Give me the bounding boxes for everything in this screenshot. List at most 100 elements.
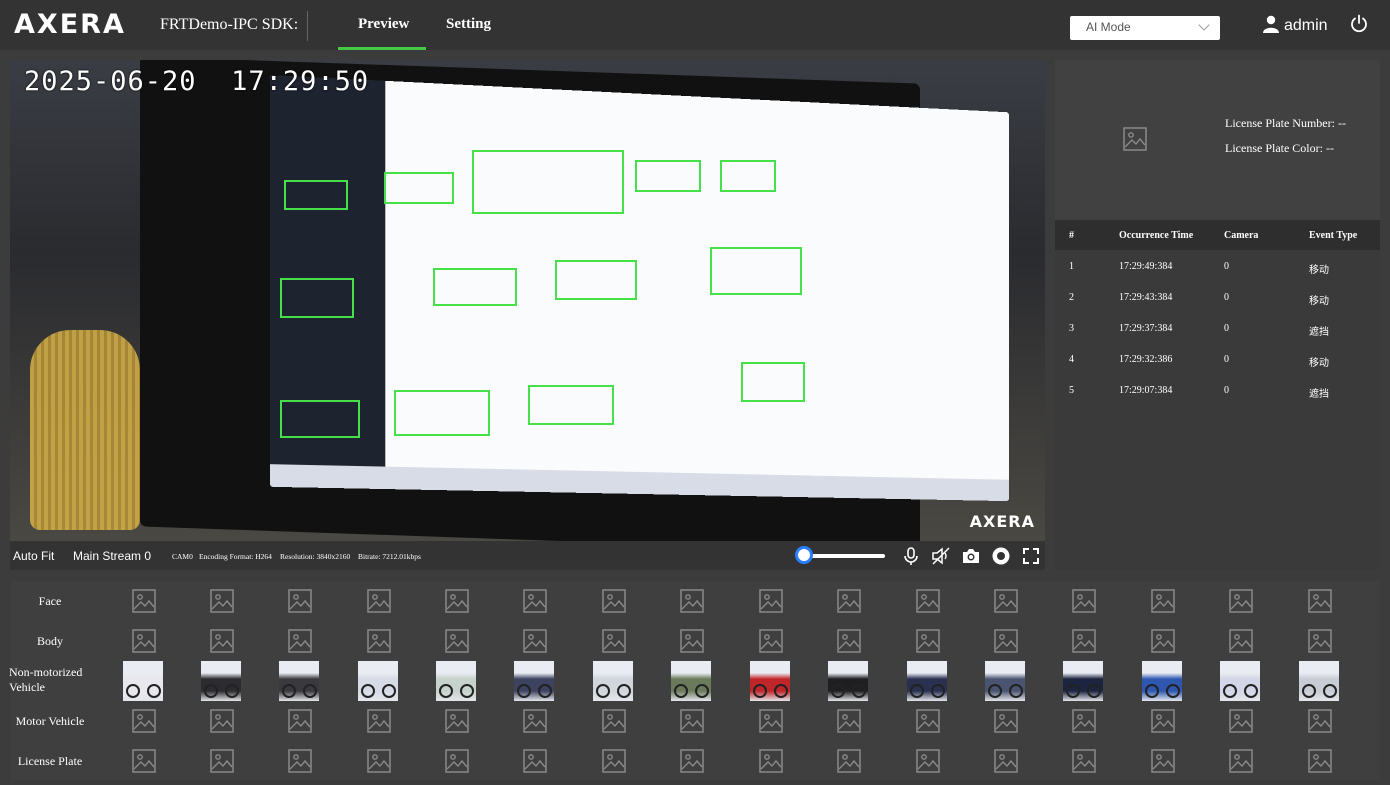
vehicle-thumbnail[interactable] <box>358 661 398 701</box>
image-placeholder-icon <box>209 748 235 774</box>
vehicle-thumbnail[interactable] <box>1299 661 1339 701</box>
image-placeholder-icon <box>915 708 941 734</box>
camera-label: CAM0 <box>172 552 193 561</box>
event-cell-n: 5 <box>1069 385 1074 396</box>
power-icon[interactable] <box>1349 14 1369 34</box>
event-row[interactable]: 5 17:29:07:384 0 遮挡 <box>1055 385 1380 416</box>
column-header: Camera <box>1224 230 1259 241</box>
camera-icon[interactable] <box>961 546 981 566</box>
detection-box <box>284 180 348 210</box>
app-title: FRTDemo-IPC SDK: <box>160 16 299 33</box>
volume-slider-track[interactable] <box>805 554 885 558</box>
fullscreen-icon[interactable] <box>1021 546 1041 566</box>
image-placeholder-icon <box>287 628 313 654</box>
vehicle-thumbnail[interactable] <box>671 661 711 701</box>
vehicle-thumbnail[interactable] <box>1142 661 1182 701</box>
image-placeholder-icon <box>679 588 705 614</box>
image-placeholder-icon <box>601 588 627 614</box>
capture-row-label: Body <box>36 634 63 648</box>
image-placeholder-icon <box>601 708 627 734</box>
image-placeholder-icon <box>758 588 784 614</box>
image-placeholder-icon <box>915 588 941 614</box>
event-row[interactable]: 3 17:29:37:384 0 遮挡 <box>1055 323 1380 354</box>
event-row[interactable]: 1 17:29:49:384 0 移动 <box>1055 261 1380 292</box>
tab-setting[interactable]: Setting <box>446 16 491 33</box>
image-placeholder-icon <box>836 708 862 734</box>
volume-slider-thumb[interactable] <box>795 546 813 564</box>
video-controls: Auto Fit Main Stream 0 CAM0 Encoding For… <box>10 541 1045 570</box>
image-placeholder-icon <box>1071 628 1097 654</box>
image-placeholder-icon <box>1150 708 1176 734</box>
auto-fit-button[interactable]: Auto Fit <box>13 549 54 563</box>
vehicle-thumbnail[interactable] <box>907 661 947 701</box>
image-placeholder-icon <box>1071 588 1097 614</box>
image-placeholder-icon <box>366 628 392 654</box>
record-icon[interactable] <box>991 546 1011 566</box>
vehicle-thumbnail[interactable] <box>828 661 868 701</box>
image-placeholder-icon <box>1228 588 1254 614</box>
capture-row-label: Non-motorized Vehicle <box>9 665 83 694</box>
image-placeholder-icon <box>679 708 705 734</box>
detection-box <box>394 390 490 436</box>
vehicle-thumbnail[interactable] <box>1220 661 1260 701</box>
video-feed[interactable]: 2025-06-20 17:29:50 AXERA <box>10 60 1045 541</box>
image-placeholder-icon <box>131 628 157 654</box>
column-header: Occurrence Time <box>1119 230 1194 241</box>
event-row[interactable]: 4 17:29:32:386 0 移动 <box>1055 354 1380 385</box>
vehicle-thumbnail[interactable] <box>201 661 241 701</box>
detection-box <box>433 268 517 306</box>
vehicle-thumbnail[interactable] <box>985 661 1025 701</box>
image-placeholder-icon <box>444 588 470 614</box>
image-placeholder-icon <box>679 748 705 774</box>
image-placeholder-icon <box>915 628 941 654</box>
top-header: AXERA FRTDemo-IPC SDK: Preview Setting A… <box>0 0 1390 50</box>
vehicle-thumbnail[interactable] <box>279 661 319 701</box>
detection-box <box>528 385 614 425</box>
event-cell-type: 遮挡 <box>1309 389 1329 400</box>
detection-box <box>555 260 637 300</box>
image-placeholder-icon <box>1150 748 1176 774</box>
stream-selector[interactable]: Main Stream 0 <box>73 549 151 563</box>
event-cell-type: 移动 <box>1309 358 1329 369</box>
vehicle-thumbnail[interactable] <box>1063 661 1103 701</box>
vehicle-thumbnail[interactable] <box>436 661 476 701</box>
scene-monitor <box>140 60 1009 541</box>
event-row[interactable]: 2 17:29:43:384 0 移动 <box>1055 292 1380 323</box>
capture-row-label: Motor Vehicle <box>15 714 85 728</box>
event-cell-type: 移动 <box>1309 265 1329 276</box>
bitrate-info: Bitrate: 7212.01kbps <box>358 552 421 561</box>
event-cell-camera: 0 <box>1224 385 1229 396</box>
image-placeholder-icon <box>836 628 862 654</box>
mode-select[interactable]: AI Mode <box>1070 16 1220 40</box>
image-placeholder-icon <box>209 708 235 734</box>
user-name[interactable]: admin <box>1284 17 1328 35</box>
image-placeholder-icon <box>522 708 548 734</box>
tab-preview[interactable]: Preview <box>358 16 409 33</box>
column-header: # <box>1069 230 1074 241</box>
event-cell-type: 移动 <box>1309 296 1329 307</box>
detection-box <box>280 278 354 318</box>
event-table-header: # Occurrence Time Camera Event Type <box>1055 220 1380 250</box>
title-divider <box>307 11 308 41</box>
vehicle-thumbnail[interactable] <box>123 661 163 701</box>
detection-box <box>280 400 360 438</box>
vehicle-thumbnail[interactable] <box>514 661 554 701</box>
detection-box <box>635 160 701 192</box>
speaker-muted-icon[interactable] <box>931 546 951 566</box>
detection-box <box>472 150 624 214</box>
vehicle-thumbnail[interactable] <box>750 661 790 701</box>
video-timestamp: 2025-06-20 17:29:50 <box>24 66 370 97</box>
capture-grid: Face Body Non-motorized Vehicle Motor Vehic… <box>9 581 1380 780</box>
image-placeholder-icon <box>915 748 941 774</box>
mic-icon[interactable] <box>901 546 921 566</box>
image-placeholder-icon <box>1071 748 1097 774</box>
event-cell-time: 17:29:49:384 <box>1119 261 1173 272</box>
image-placeholder-icon <box>366 708 392 734</box>
vehicle-thumbnail[interactable] <box>593 661 633 701</box>
event-cell-camera: 0 <box>1224 354 1229 365</box>
scene-screen <box>270 75 1009 502</box>
event-cell-camera: 0 <box>1224 261 1229 272</box>
axera-logo: AXERA <box>14 9 126 40</box>
video-panel: 2025-06-20 17:29:50 AXERA Auto Fit Main … <box>10 60 1045 570</box>
scene-desk-fan <box>30 330 140 530</box>
